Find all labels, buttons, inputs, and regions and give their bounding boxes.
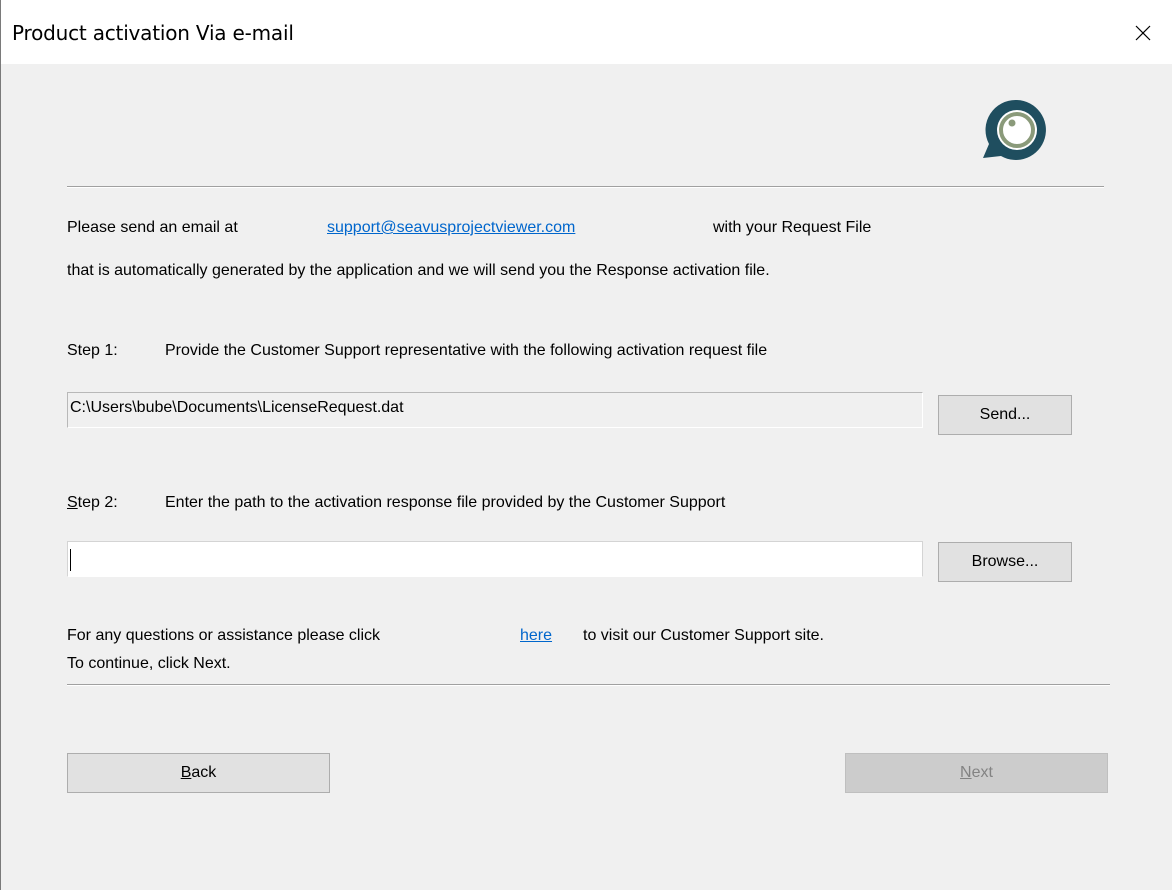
- next-label-rest: ext: [971, 764, 993, 781]
- activation-dialog: Product activation Via e-mail Please sen…: [0, 0, 1172, 890]
- step2-label-rest: tep 2:: [77, 494, 118, 511]
- intro-text-prefix: Please send an email at: [67, 219, 238, 236]
- back-button[interactable]: Back: [67, 753, 330, 793]
- send-button[interactable]: Send...: [938, 395, 1072, 435]
- close-button[interactable]: [1110, 0, 1172, 64]
- header-separator: [67, 186, 1104, 188]
- request-file-path-field: C:\Users\bube\Documents\LicenseRequest.d…: [67, 392, 923, 428]
- back-label-rest: ack: [191, 764, 217, 781]
- intro-text-suffix: with your Request File: [713, 219, 872, 236]
- title-bar: Product activation Via e-mail: [1, 0, 1172, 64]
- close-icon: [1135, 25, 1151, 41]
- next-mnemonic: N: [960, 764, 972, 781]
- intro-text-line2: that is automatically generated by the a…: [67, 262, 770, 279]
- response-file-path-input[interactable]: [67, 541, 923, 577]
- step1-description: Provide the Customer Support representat…: [165, 342, 768, 359]
- help-text-suffix: to visit our Customer Support site.: [583, 627, 824, 644]
- request-file-path-value: C:\Users\bube\Documents\LicenseRequest.d…: [70, 399, 404, 416]
- seavus-logo-icon: [983, 99, 1046, 160]
- support-email-link[interactable]: support@seavusprojectviewer.com: [327, 219, 575, 237]
- support-site-link[interactable]: here: [520, 627, 552, 645]
- footer-separator: [67, 684, 1110, 686]
- text-caret: [70, 549, 71, 571]
- window-title: Product activation Via e-mail: [12, 21, 294, 45]
- back-mnemonic: B: [180, 764, 192, 781]
- browse-button[interactable]: Browse...: [938, 542, 1072, 582]
- next-button: Next: [845, 753, 1108, 793]
- step2-mnemonic: S: [67, 494, 78, 511]
- continue-text: To continue, click Next.: [67, 655, 231, 672]
- help-text-prefix: For any questions or assistance please c…: [67, 627, 381, 644]
- step2-description: Enter the path to the activation respons…: [165, 494, 726, 511]
- step2-label: Step 2:: [67, 494, 118, 512]
- step1-label: Step 1:: [67, 342, 118, 359]
